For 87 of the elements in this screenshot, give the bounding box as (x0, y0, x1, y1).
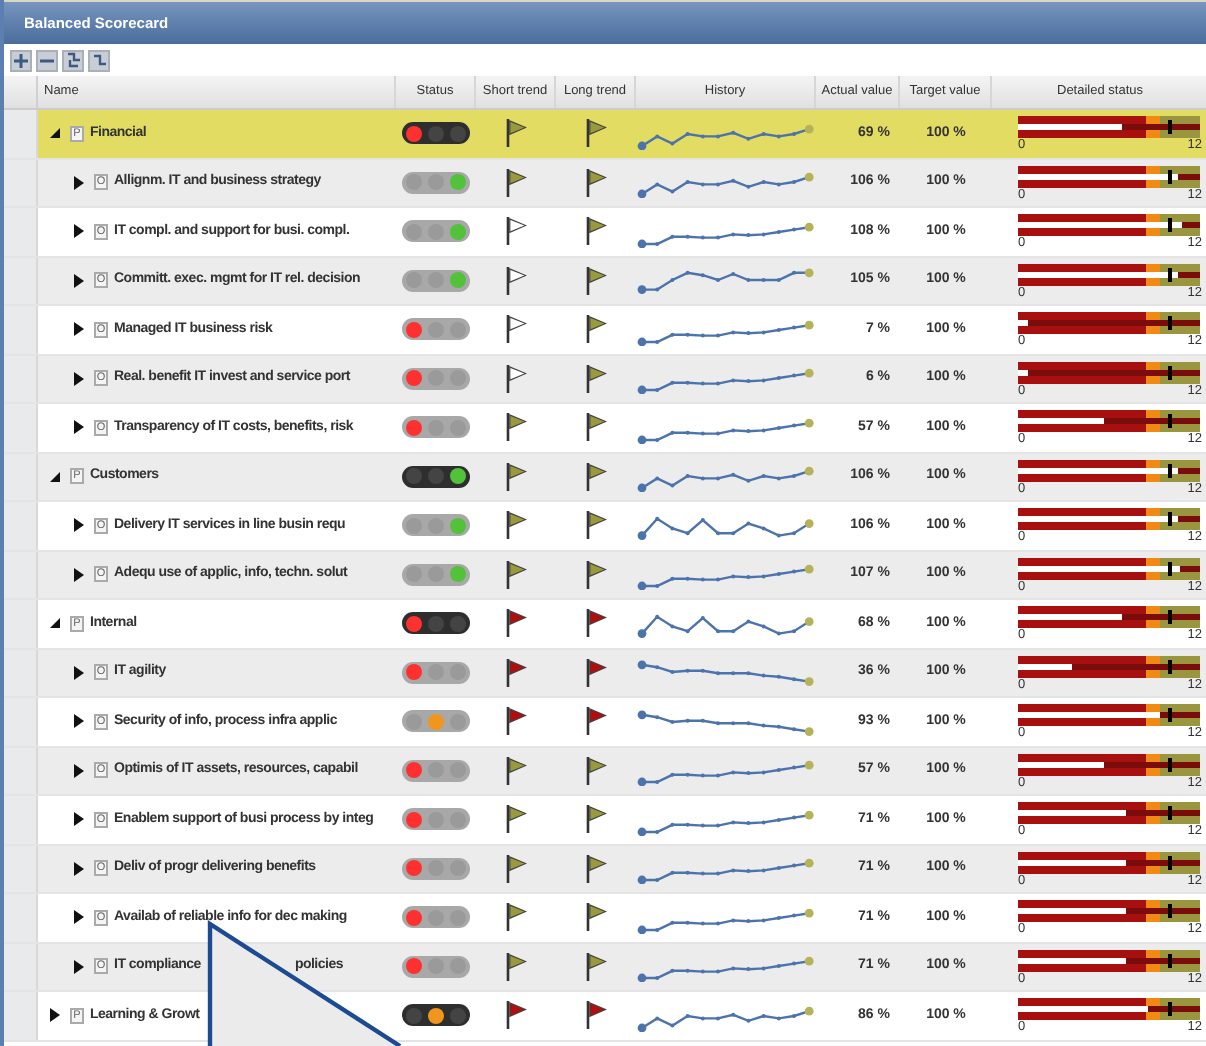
target-marker (1168, 659, 1171, 673)
collapsed-arrow-icon[interactable] (74, 322, 84, 337)
flag-icon (505, 1000, 527, 1031)
flag-icon (505, 902, 527, 933)
flag-icon (585, 608, 607, 639)
target-marker (1168, 414, 1171, 428)
target-marker (1168, 267, 1171, 281)
target-marker (1168, 610, 1171, 624)
target-marker (1168, 169, 1171, 183)
target-marker (1168, 855, 1171, 869)
flag-icon (585, 902, 607, 933)
flag-icon (585, 804, 607, 835)
target-marker (1168, 120, 1171, 134)
flag-icon (585, 363, 607, 394)
flag-icon (505, 657, 527, 688)
collapsed-arrow-icon[interactable] (74, 420, 84, 435)
flag-icon (505, 559, 527, 590)
flag-icon (505, 461, 527, 492)
flag-icon (505, 510, 527, 541)
collapsed-arrow-icon[interactable] (74, 812, 84, 827)
target-marker (1168, 512, 1171, 526)
tree-expand-icon (65, 52, 81, 68)
target-marker (1168, 757, 1171, 771)
status-lamp (406, 713, 422, 730)
target-marker (1168, 1002, 1171, 1016)
target-marker (1168, 365, 1171, 379)
flag-icon (505, 951, 527, 982)
toolbar-button[interactable] (10, 49, 32, 71)
collapsed-arrow-icon[interactable] (74, 910, 84, 925)
collapsed-arrow-icon[interactable] (74, 371, 84, 386)
target-marker (1168, 708, 1171, 722)
flag-icon (585, 265, 607, 296)
expanded-arrow-icon[interactable] (50, 618, 60, 629)
target-marker (1168, 953, 1171, 967)
toolbar-button[interactable] (88, 49, 110, 71)
flag-icon (585, 1000, 607, 1031)
collapsed-arrow-icon[interactable] (74, 518, 84, 533)
toolbar-button[interactable] (62, 49, 84, 71)
target-marker (1168, 904, 1171, 918)
flag-icon (505, 608, 527, 639)
flag-icon (505, 265, 527, 296)
collapsed-arrow-icon[interactable] (74, 224, 84, 239)
flag-icon (585, 510, 607, 541)
expanded-arrow-icon[interactable] (50, 471, 60, 482)
flag-icon (585, 412, 607, 443)
flag-icon (505, 363, 527, 394)
target-marker (1168, 218, 1171, 232)
expanded-arrow-icon[interactable] (50, 128, 60, 139)
flag-icon (585, 314, 607, 345)
flag-icon (505, 706, 527, 737)
flag-icon (505, 216, 527, 247)
flag-icon (505, 118, 527, 149)
flag-icon (585, 706, 607, 737)
flag-icon (505, 167, 527, 198)
flag-icon (505, 412, 527, 443)
collapsed-arrow-icon[interactable] (74, 861, 84, 876)
plus-icon (14, 53, 28, 67)
status-lamp (450, 713, 466, 730)
collapsed-arrow-icon[interactable] (74, 175, 84, 190)
collapsed-arrow-icon[interactable] (74, 714, 84, 729)
collapsed-arrow-icon[interactable] (74, 567, 84, 582)
flag-icon (585, 167, 607, 198)
flag-icon (505, 804, 527, 835)
flag-icon (505, 755, 527, 786)
tree-collapse-icon (91, 52, 107, 68)
flag-icon (585, 951, 607, 982)
target-marker (1168, 806, 1171, 820)
status-lamp (406, 1007, 422, 1024)
toolbar-button[interactable] (36, 49, 58, 71)
flag-icon (585, 755, 607, 786)
flag-icon (585, 461, 607, 492)
target-marker (1168, 561, 1171, 575)
collapsed-arrow-icon[interactable] (50, 1008, 60, 1023)
collapsed-arrow-icon[interactable] (74, 665, 84, 680)
flag-icon (585, 118, 607, 149)
flag-icon (505, 314, 527, 345)
collapsed-arrow-icon[interactable] (74, 273, 84, 288)
flag-icon (585, 657, 607, 688)
flag-icon (585, 559, 607, 590)
collapsed-arrow-icon[interactable] (74, 959, 84, 974)
status-lamp (450, 1007, 466, 1024)
flag-icon (585, 216, 607, 247)
flag-icon (505, 853, 527, 884)
flag-icon (585, 853, 607, 884)
target-marker (1168, 463, 1171, 477)
target-marker (1168, 316, 1171, 330)
collapsed-arrow-icon[interactable] (74, 763, 84, 778)
